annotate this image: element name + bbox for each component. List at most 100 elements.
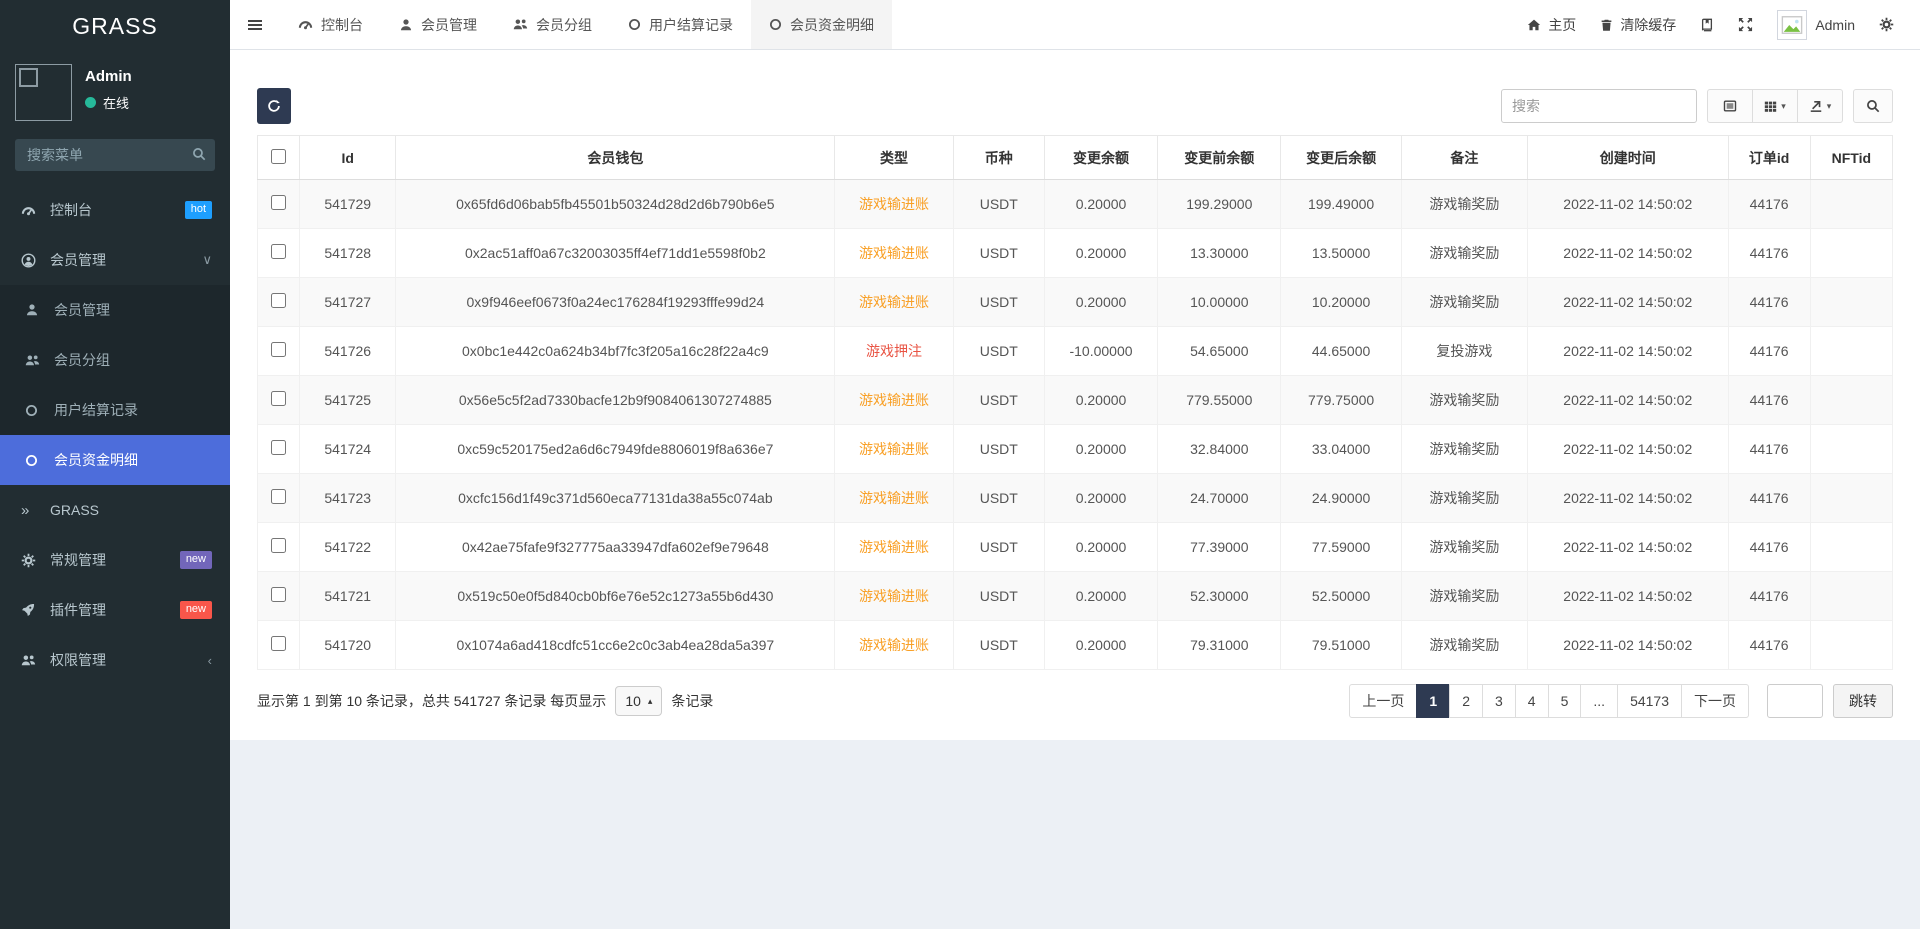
page-size-value: 10 — [625, 693, 641, 709]
cell-order_id: 44176 — [1728, 180, 1810, 229]
tab-user-settlement-records[interactable]: 用户结算记录 — [610, 0, 751, 49]
badge-new: new — [180, 601, 212, 618]
table-toolbar: ▾ ▾ — [257, 88, 1893, 124]
cell-remark: 复投游戏 — [1401, 327, 1527, 376]
row-checkbox[interactable] — [271, 587, 286, 602]
tab-member-groups[interactable]: 会员分组 — [495, 0, 610, 49]
cell-remark: 游戏输奖励 — [1401, 572, 1527, 621]
row-checkbox[interactable] — [271, 195, 286, 210]
docs-link[interactable] — [1688, 0, 1726, 49]
row-checkbox[interactable] — [271, 391, 286, 406]
cell-currency: USDT — [953, 474, 1044, 523]
page-jump-input[interactable] — [1767, 684, 1823, 718]
page-jump-button[interactable]: 跳转 — [1833, 684, 1893, 718]
row-checkbox[interactable] — [271, 293, 286, 308]
page-button[interactable]: 1 — [1416, 684, 1450, 718]
cell-id: 541720 — [300, 621, 396, 670]
sidebar-item-member-fund-details[interactable]: 会员资金明细 — [0, 435, 230, 485]
tab-member-management[interactable]: 会员管理 — [381, 0, 495, 49]
page-button[interactable]: 54173 — [1617, 684, 1682, 718]
cell-change_amount: 0.20000 — [1044, 474, 1157, 523]
page-button[interactable]: 3 — [1482, 684, 1516, 718]
cell-nft_id — [1810, 474, 1892, 523]
sidebar-item-permission-management[interactable]: 权限管理‹ — [0, 635, 230, 685]
sidebar-item-member-groups[interactable]: 会员分组 — [0, 335, 230, 385]
page-button[interactable]: 4 — [1515, 684, 1549, 718]
cell-change_amount: 0.20000 — [1044, 229, 1157, 278]
records-table: Id会员钱包类型币种变更余额变更前余额变更后余额备注创建时间订单idNFTid … — [257, 135, 1893, 670]
sidebar-item-member-management[interactable]: 会员管理∨ — [0, 235, 230, 285]
cell-order_id: 44176 — [1728, 229, 1810, 278]
sidebar-toggle-button[interactable] — [230, 0, 280, 49]
cell-type: 游戏输进账 — [835, 229, 953, 278]
table-search-input[interactable] — [1501, 89, 1697, 123]
page-button[interactable]: 5 — [1548, 684, 1582, 718]
cell-order_id: 44176 — [1728, 327, 1810, 376]
cell-balance_before: 54.65000 — [1158, 327, 1281, 376]
settings-button[interactable] — [1867, 0, 1906, 49]
columns-dropdown-button[interactable]: ▾ — [1752, 89, 1798, 123]
brand-logo[interactable]: GRASS — [0, 0, 230, 52]
row-checkbox[interactable] — [271, 342, 286, 357]
row-checkbox[interactable] — [271, 244, 286, 259]
cell-wallet: 0xcfc156d1f49c371d560eca77131da38a55c074… — [396, 474, 835, 523]
refresh-icon — [267, 99, 281, 113]
rocket-icon — [21, 603, 50, 617]
sidebar-item-general-management[interactable]: 常规管理new — [0, 535, 230, 585]
cell-change_amount: 0.20000 — [1044, 572, 1157, 621]
sidebar-item-dashboard[interactable]: 控制台hot — [0, 185, 230, 235]
table-row: 5417290x65fd6d06bab5fb45501b50324d28d2d6… — [258, 180, 1893, 229]
sidebar-item-grass[interactable]: »GRASS — [0, 485, 230, 535]
cell-select — [258, 621, 300, 670]
cell-balance_before: 24.70000 — [1158, 474, 1281, 523]
page-button[interactable]: 2 — [1449, 684, 1483, 718]
home-link[interactable]: 主页 — [1515, 0, 1588, 49]
sidebar-item-user-settlement-records[interactable]: 用户结算记录 — [0, 385, 230, 435]
top-navbar: 控制台会员管理会员分组用户结算记录会员资金明细 主页 清除缓存 — [230, 0, 1920, 50]
sidebar-search-input[interactable] — [15, 139, 215, 171]
cell-balance_after: 24.90000 — [1281, 474, 1401, 523]
caret-up-icon: ▴ — [648, 696, 653, 707]
cell-type: 游戏输进账 — [835, 376, 953, 425]
tab-member-fund-details[interactable]: 会员资金明细 — [751, 0, 892, 49]
cell-balance_after: 10.20000 — [1281, 278, 1401, 327]
sidebar-item-member-management-sub[interactable]: 会员管理 — [0, 285, 230, 335]
sidebar-item-label: 会员资金明细 — [54, 450, 138, 470]
sidebar-item-plugin-management[interactable]: 插件管理new — [0, 585, 230, 635]
cell-select — [258, 425, 300, 474]
cell-id: 541722 — [300, 523, 396, 572]
users-icon — [21, 653, 50, 668]
cell-balance_after: 44.65000 — [1281, 327, 1401, 376]
cell-created_at: 2022-11-02 14:50:02 — [1528, 278, 1728, 327]
main-area: 控制台会员管理会员分组用户结算记录会员资金明细 主页 清除缓存 — [230, 0, 1920, 929]
cell-wallet: 0x65fd6d06bab5fb45501b50324d28d2d6b790b6… — [396, 180, 835, 229]
export-dropdown-button[interactable]: ▾ — [1797, 89, 1843, 123]
row-checkbox[interactable] — [271, 489, 286, 504]
badge-hot: hot — [185, 201, 212, 218]
users-icon — [25, 353, 54, 368]
tab-dashboard[interactable]: 控制台 — [280, 0, 381, 49]
sidebar-search — [15, 139, 215, 171]
cell-order_id: 44176 — [1728, 523, 1810, 572]
fullscreen-button[interactable] — [1726, 0, 1765, 49]
prev-page-button[interactable]: 上一页 — [1349, 684, 1417, 718]
page-size-select[interactable]: 10 ▴ — [615, 686, 662, 716]
row-checkbox[interactable] — [271, 636, 286, 651]
search-button[interactable] — [1853, 89, 1893, 123]
cell-balance_after: 13.50000 — [1281, 229, 1401, 278]
select-all-checkbox[interactable] — [271, 149, 286, 164]
cell-balance_after: 79.51000 — [1281, 621, 1401, 670]
circle-o-icon — [628, 18, 641, 31]
refresh-button[interactable] — [257, 88, 291, 124]
cell-balance_before: 32.84000 — [1158, 425, 1281, 474]
next-page-button[interactable]: 下一页 — [1681, 684, 1749, 718]
user-menu[interactable]: Admin — [1765, 10, 1867, 40]
chevron-left-icon: ‹ — [208, 653, 212, 668]
common-search-button[interactable] — [1707, 89, 1753, 123]
table-row: 5417230xcfc156d1f49c371d560eca77131da38a… — [258, 474, 1893, 523]
row-checkbox[interactable] — [271, 440, 286, 455]
table-footer: 显示第 1 到第 10 条记录，总共 541727 条记录 每页显示 10 ▴ … — [257, 684, 1893, 718]
expand-icon — [1738, 17, 1753, 32]
row-checkbox[interactable] — [271, 538, 286, 553]
clear-cache-link[interactable]: 清除缓存 — [1588, 0, 1688, 49]
